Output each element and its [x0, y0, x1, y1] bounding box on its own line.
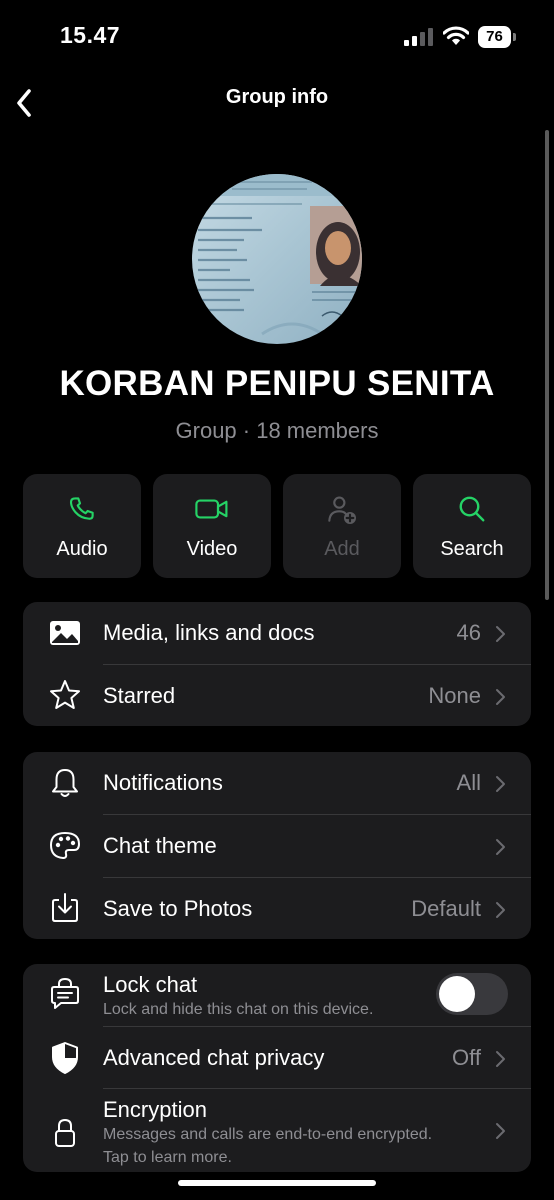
media-starred-section: Media, links and docs 46 Starred None [23, 602, 531, 726]
notifications-row[interactable]: Notifications All [23, 752, 531, 814]
search-icon [459, 496, 485, 522]
lock-icon [55, 1118, 75, 1147]
group-avatar-image [192, 174, 362, 344]
audio-label: Audio [56, 538, 108, 560]
privacy-section: Lock chat Lock and hide this chat on thi… [23, 964, 531, 1172]
toggle-knob [439, 976, 475, 1012]
search-button[interactable]: Search [413, 474, 531, 578]
bell-icon [52, 769, 78, 797]
image-icon [50, 621, 80, 645]
chevron-right-icon [496, 839, 505, 855]
phone-icon [69, 497, 94, 520]
chevron-right-icon [496, 902, 505, 918]
advanced-chat-privacy-row[interactable]: Advanced chat privacy Off [23, 1027, 531, 1088]
group-avatar[interactable] [192, 174, 362, 344]
starred-value: None [428, 683, 481, 708]
advanced-chat-privacy-value: Off [452, 1045, 481, 1070]
group-member-count[interactable]: Group · 18 members [0, 418, 554, 444]
chevron-right-icon [496, 776, 505, 792]
page-title: Group info [225, 86, 329, 108]
chevron-right-icon [496, 626, 505, 642]
chat-theme-row[interactable]: Chat theme [23, 815, 531, 877]
video-label: Video [186, 538, 238, 560]
media-count: 46 [456, 620, 481, 645]
starred-row[interactable]: Starred None [23, 665, 531, 726]
navigation-bar: Group info [0, 72, 554, 128]
chat-theme-label: Chat theme [103, 833, 217, 858]
video-call-button[interactable]: Video [153, 474, 271, 578]
encryption-row[interactable]: Encryption Messages and calls are end-to… [23, 1089, 531, 1172]
save-to-photos-row[interactable]: Save to Photos Default [23, 878, 531, 939]
shield-icon [52, 1042, 78, 1074]
wifi-icon [443, 26, 469, 45]
save-to-photos-value: Default [411, 896, 481, 921]
video-camera-icon [195, 499, 228, 519]
lock-chat-toggle[interactable] [436, 973, 508, 1015]
media-links-docs-label: Media, links and docs [103, 620, 315, 645]
chevron-right-icon [496, 1123, 505, 1139]
notifications-value: All [456, 770, 481, 795]
palette-icon [50, 832, 80, 859]
battery-level: 76 [478, 26, 511, 48]
save-download-icon [52, 893, 78, 922]
status-bar: 15.47 76 [0, 0, 554, 72]
status-time: 15.47 [60, 22, 121, 48]
home-indicator[interactable] [178, 1180, 376, 1186]
search-label: Search [440, 538, 504, 560]
encryption-learn-more: Tap to learn more. [103, 1149, 232, 1166]
notifications-label: Notifications [103, 770, 223, 795]
group-name[interactable]: KORBAN PENIPU SENITA [0, 364, 554, 404]
battery-indicator: 76 [478, 26, 516, 48]
audio-call-button[interactable]: Audio [23, 474, 141, 578]
lock-chat-icon [51, 977, 79, 1009]
star-icon [50, 680, 80, 709]
chevron-right-icon [496, 1051, 505, 1067]
add-person-icon [328, 496, 356, 524]
starred-label: Starred [103, 683, 176, 708]
advanced-chat-privacy-label: Advanced chat privacy [103, 1045, 325, 1070]
lock-chat-label: Lock chat [103, 972, 198, 997]
media-links-docs-row[interactable]: Media, links and docs 46 [23, 602, 531, 664]
add-member-button[interactable]: Add [283, 474, 401, 578]
cellular-signal-icon [404, 28, 433, 46]
encryption-label: Encryption [103, 1097, 207, 1122]
lock-chat-description: Lock and hide this chat on this device. [103, 1001, 374, 1018]
add-label: Add [324, 538, 360, 560]
lock-chat-row[interactable]: Lock chat Lock and hide this chat on thi… [23, 964, 531, 1026]
encryption-description: Messages and calls are end-to-end encryp… [103, 1126, 433, 1143]
chat-settings-section: Notifications All Chat theme Save to Pho… [23, 752, 531, 939]
chevron-right-icon [496, 689, 505, 705]
save-to-photos-label: Save to Photos [103, 896, 253, 921]
